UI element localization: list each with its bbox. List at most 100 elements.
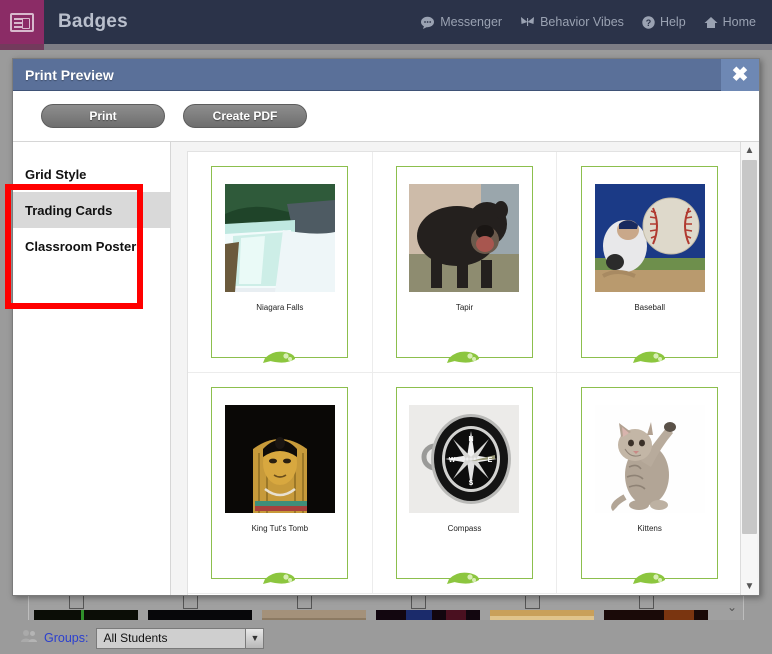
card-label: Compass	[447, 524, 482, 533]
whale-icon	[262, 351, 295, 363]
nav-item-help[interactable]: ? Help	[642, 15, 686, 29]
whale-icon	[632, 351, 665, 363]
dialog-titlebar: Print Preview ✖	[13, 58, 759, 91]
nav-label-behavior-vibes: Behavior Vibes	[540, 15, 624, 29]
compass-photo: N S W E	[409, 405, 520, 513]
card-label: Kittens	[637, 524, 662, 533]
trading-card[interactable]: Tapir	[395, 166, 533, 363]
sidebar-item-trading-cards[interactable]: Trading Cards	[13, 192, 170, 228]
speech-bubble-icon	[421, 16, 435, 29]
preview-pane: Niagara Falls Tapir Baseball King Tut's …	[171, 142, 759, 595]
thumbnail-image	[376, 610, 480, 620]
scroll-up-icon[interactable]: ▲	[741, 142, 758, 159]
card-decoration	[212, 348, 347, 365]
card-label: Baseball	[634, 303, 665, 312]
svg-text:W: W	[449, 457, 456, 464]
thumbnail-checkbox[interactable]	[297, 594, 312, 609]
thumbnail-cell[interactable]	[599, 593, 713, 620]
thumbnail-checkbox[interactable]	[69, 594, 84, 609]
baseball-photo	[594, 184, 705, 292]
close-icon[interactable]: ✖	[721, 58, 759, 91]
nav-label-messenger: Messenger	[440, 15, 503, 29]
app-header: Badges Messenger Behavior Vibes ? Help H…	[0, 0, 772, 44]
page-title: Badges	[58, 11, 128, 32]
kitten-photo	[594, 405, 705, 513]
king-tut-photo	[224, 405, 335, 513]
layout-style-menu: Grid Style Trading Cards Classroom Poste…	[13, 142, 171, 595]
print-button[interactable]: Print	[41, 104, 165, 128]
trading-card[interactable]: Kittens	[581, 387, 719, 584]
thumbnail-checkbox[interactable]	[183, 594, 198, 609]
groups-selected-value: All Students	[103, 631, 168, 645]
thumbnail-cell[interactable]	[143, 593, 257, 620]
card-cell[interactable]: Baseball	[557, 152, 742, 373]
chevron-down-icon[interactable]: ⌄	[727, 600, 737, 614]
thumbnail-checkbox[interactable]	[525, 594, 540, 609]
sidebar-item-grid-style[interactable]: Grid Style	[13, 156, 170, 192]
people-icon	[20, 629, 38, 648]
scroll-down-icon[interactable]: ▼	[741, 578, 758, 595]
nav-item-home[interactable]: Home	[704, 15, 756, 29]
app-logo[interactable]	[0, 0, 44, 44]
nav-label-home: Home	[722, 15, 756, 29]
house-icon	[704, 16, 718, 29]
thumbnail-image	[148, 610, 252, 620]
dialog-toolbar: Print Create PDF	[13, 91, 759, 141]
waterfall-photo	[224, 184, 335, 292]
print-preview-dialog: Print Preview ✖ Print Create PDF Grid St…	[12, 58, 760, 596]
svg-text:?: ?	[646, 18, 652, 28]
whale-icon	[262, 572, 295, 584]
card-decoration	[397, 348, 532, 365]
thumbnail-cell[interactable]	[485, 593, 599, 620]
thumbnail-checkbox[interactable]	[639, 594, 654, 609]
thumbnail-image	[490, 610, 594, 620]
scrollbar-thumb[interactable]	[742, 160, 757, 534]
svg-text:N: N	[469, 436, 474, 443]
groups-select[interactable]: All Students ▼	[96, 627, 265, 649]
student-thumbnail-strip: ⌄	[28, 592, 744, 620]
thumbnail-checkbox[interactable]	[411, 594, 426, 609]
dialog-title: Print Preview	[25, 66, 114, 83]
footer-bar: Groups: All Students ▼	[0, 622, 772, 654]
card-decoration	[582, 348, 717, 365]
nav-item-behavior-vibes[interactable]: Behavior Vibes	[520, 15, 624, 29]
tapir-photo	[409, 184, 520, 292]
trading-card[interactable]: King Tut's Tomb	[211, 387, 349, 584]
thumbnail-cell[interactable]	[371, 593, 485, 620]
thumbnail-image	[34, 610, 138, 620]
nav-item-messenger[interactable]: Messenger	[421, 15, 502, 29]
card-label: Tapir	[455, 303, 474, 312]
header-nav: Messenger Behavior Vibes ? Help Home	[421, 15, 772, 29]
screen-root: Badges Messenger Behavior Vibes ? Help H…	[0, 0, 772, 654]
print-sheet: Niagara Falls Tapir Baseball King Tut's …	[187, 151, 743, 595]
thumbnail-image	[262, 610, 366, 620]
card-label: Niagara Falls	[256, 303, 304, 312]
whale-icon	[447, 351, 480, 363]
card-label: King Tut's Tomb	[251, 524, 309, 533]
card-cell[interactable]: Tapir	[372, 152, 558, 373]
groups-label: Groups:	[44, 631, 89, 645]
card-cell[interactable]: Kittens	[557, 373, 742, 594]
card-cell[interactable]: King Tut's Tomb	[188, 373, 373, 594]
badge-card-icon	[10, 12, 34, 32]
trading-card[interactable]: Niagara Falls	[211, 166, 349, 363]
thumbnail-cell[interactable]	[257, 593, 371, 620]
whale-icon	[447, 572, 480, 584]
whale-icon	[632, 572, 665, 584]
create-pdf-button[interactable]: Create PDF	[183, 104, 307, 128]
chevron-down-icon[interactable]: ▼	[245, 628, 264, 648]
card-decoration	[212, 569, 347, 586]
trading-card[interactable]: N S W E Compass	[395, 387, 533, 584]
card-decoration	[582, 569, 717, 586]
question-circle-icon: ?	[642, 15, 655, 29]
trading-card[interactable]: Baseball	[581, 166, 719, 363]
svg-text:E: E	[488, 457, 493, 464]
thumbnail-cell[interactable]	[29, 593, 143, 620]
card-decoration	[397, 569, 532, 586]
dialog-body: Grid Style Trading Cards Classroom Poste…	[13, 141, 759, 595]
sidebar-item-classroom-poster[interactable]: Classroom Poster	[13, 228, 170, 264]
preview-scrollbar[interactable]: ▲ ▼	[740, 142, 758, 595]
thumbnail-image	[604, 610, 708, 620]
card-cell[interactable]: N S W E Compass	[372, 373, 558, 594]
card-cell[interactable]: Niagara Falls	[188, 152, 373, 373]
